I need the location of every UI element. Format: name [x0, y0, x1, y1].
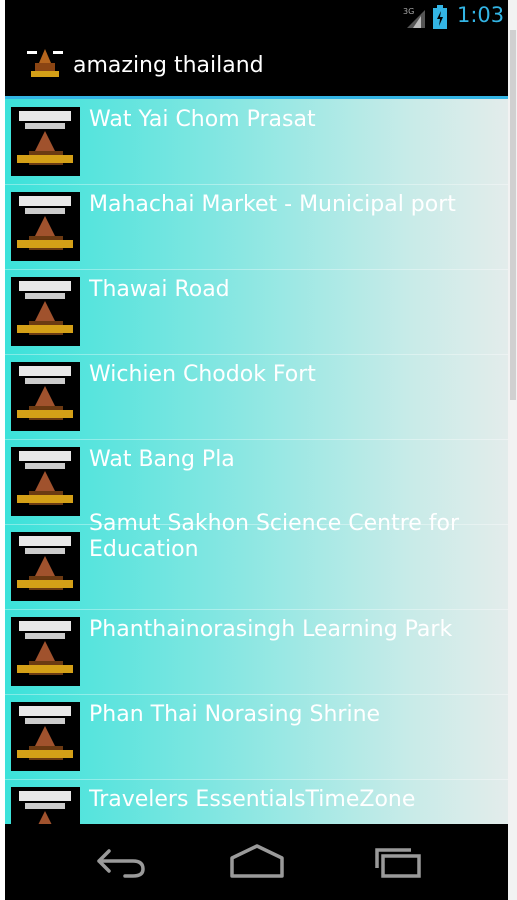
list-item-label: Wat Yai Chom Prasat	[89, 107, 316, 132]
list-item[interactable]: Travelers EssentialsTimeZone	[5, 779, 508, 824]
scrollbar-thumb[interactable]	[510, 30, 516, 400]
list-item[interactable]: Wichien Chodok Fort	[5, 354, 508, 440]
device-screen: 3G 1:03 amazing thailand Wat Yai Chom Pr…	[5, 0, 508, 900]
place-thumbnail-icon	[11, 617, 80, 686]
list-item-label: Wichien Chodok Fort	[89, 362, 316, 387]
place-thumbnail-icon	[11, 702, 80, 771]
place-thumbnail-icon	[11, 277, 80, 346]
back-icon[interactable]	[85, 838, 155, 884]
list-item[interactable]: Wat Yai Chom Prasat	[5, 99, 508, 185]
status-bar: 3G 1:03	[5, 0, 508, 33]
action-bar: amazing thailand	[5, 33, 508, 99]
place-thumbnail-icon	[11, 192, 80, 261]
list-item[interactable]: Mahachai Market - Municipal port	[5, 184, 508, 270]
place-thumbnail-icon	[11, 532, 80, 601]
list-item[interactable]: Samut Sakhon Science Centre for Educatio…	[5, 511, 508, 610]
list-item-label: Wat Bang Pla	[89, 447, 235, 472]
list-item-label: Phanthainorasingh Learning Park	[89, 617, 453, 642]
list-item-label: Thawai Road	[89, 277, 230, 302]
places-list[interactable]: Wat Yai Chom Prasat Mahachai Market - Mu…	[5, 99, 508, 824]
list-item-label: Samut Sakhon Science Centre for Educatio…	[89, 511, 460, 562]
recent-apps-icon[interactable]	[365, 838, 435, 884]
list-item-label: Travelers EssentialsTimeZone	[89, 787, 416, 812]
app-title: amazing thailand	[73, 53, 264, 78]
list-item-label: Phan Thai Norasing Shrine	[89, 702, 381, 727]
list-item[interactable]: Phan Thai Norasing Shrine	[5, 694, 508, 780]
svg-text:3G: 3G	[403, 7, 414, 16]
place-thumbnail-icon	[11, 787, 80, 824]
navigation-bar	[5, 824, 508, 900]
screen: 3G 1:03 amazing thailand Wat Yai Chom Pr…	[0, 0, 517, 900]
list-item[interactable]: Phanthainorasingh Learning Park	[5, 609, 508, 695]
signal-3g-icon: 3G	[403, 6, 427, 28]
window-scrollbar[interactable]	[508, 0, 517, 900]
battery-icon	[433, 5, 447, 29]
app-logo-icon[interactable]	[23, 45, 67, 85]
list-item-label: Mahachai Market - Municipal port	[89, 192, 456, 217]
place-thumbnail-icon	[11, 362, 80, 431]
place-thumbnail-icon	[11, 107, 80, 176]
list-item[interactable]: Thawai Road	[5, 269, 508, 355]
home-icon[interactable]	[222, 838, 292, 884]
place-thumbnail-icon	[11, 447, 80, 516]
status-time: 1:03	[457, 3, 505, 27]
